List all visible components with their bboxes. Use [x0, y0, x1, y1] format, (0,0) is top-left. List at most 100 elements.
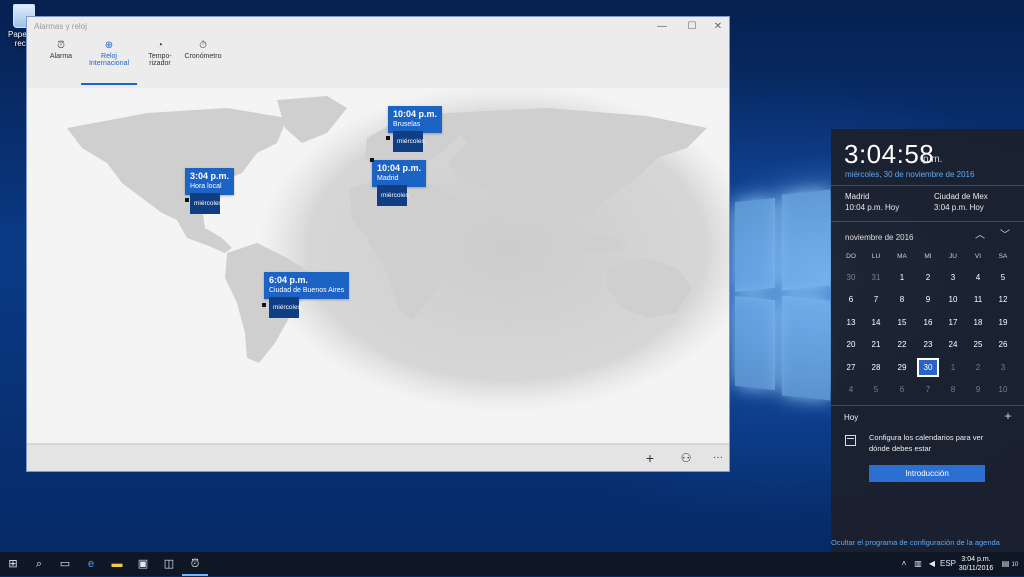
calendar-day[interactable]: 2	[917, 268, 939, 287]
calendar-day[interactable]: 24	[942, 335, 964, 354]
city-card-madrid[interactable]: 10:04 p.m. Madrid miércoles	[372, 160, 427, 206]
calendar-day[interactable]: 11	[967, 290, 989, 309]
taskbar-app[interactable]: ◫	[156, 552, 182, 576]
calendar-day[interactable]: 3	[942, 268, 964, 287]
tab-label: Cronómetro	[184, 53, 222, 60]
compare-clocks-button[interactable]: ⚇	[675, 449, 697, 467]
calendar-day[interactable]: 23	[917, 335, 939, 354]
weekday-label: MI	[924, 253, 932, 260]
hide-agenda-link[interactable]: Ocultar el programa de configuración de …	[831, 538, 1000, 547]
calendar-day[interactable]: 4	[967, 268, 989, 287]
windows-logo-pane	[782, 189, 830, 291]
taskbar-alarms-clock[interactable]: ⏰︎	[182, 552, 208, 576]
introduccion-button[interactable]: Introducción	[869, 465, 985, 482]
calendar-day[interactable]: 5	[865, 380, 887, 399]
add-city-button[interactable]: +	[639, 449, 661, 467]
folder-icon: ▬	[111, 558, 123, 570]
calendar-day[interactable]: 7	[865, 290, 887, 309]
action-center-button[interactable]: ▤ 10	[1000, 552, 1020, 576]
network-button[interactable]: ▥	[912, 552, 924, 576]
calendar-day[interactable]: 15	[891, 313, 913, 332]
calendar-day[interactable]: 28	[865, 358, 887, 377]
calendar-day[interactable]: 13	[840, 313, 862, 332]
timezone-time: 10:04 p.m. Hoy	[845, 203, 900, 212]
map-pin	[262, 303, 266, 307]
calendar-day[interactable]: 5	[992, 268, 1014, 287]
chevron-down-icon: ﹀	[1000, 230, 1010, 241]
tab-alarma[interactable]: ⏰︎ Alarma	[47, 39, 75, 85]
calendar-day[interactable]: 19	[992, 313, 1014, 332]
calendar-day[interactable]: 9	[917, 290, 939, 309]
calendar-day[interactable]: 27	[840, 358, 862, 377]
calendar-day[interactable]: 14	[865, 313, 887, 332]
language-indicator[interactable]: ESP	[940, 552, 956, 576]
calendar-day[interactable]: 7	[917, 380, 939, 399]
weekday-label: JU	[949, 253, 957, 260]
calendar-day[interactable]: 31	[865, 268, 887, 287]
minimize-button[interactable]: —	[651, 20, 673, 34]
calendar-day[interactable]: 29	[891, 358, 913, 377]
calendar-day[interactable]: 10	[942, 290, 964, 309]
notification-count: 10	[1011, 562, 1019, 568]
task-view-button[interactable]: ▭	[52, 552, 78, 576]
maximize-button[interactable]: ☐	[681, 20, 703, 34]
flyout-ampm: p.m.	[923, 154, 943, 165]
network-icon: ▥	[914, 559, 922, 568]
calendar-day[interactable]: 30	[840, 268, 862, 287]
task-view-icon: ▭	[59, 558, 71, 570]
calendar-day[interactable]: 20	[840, 335, 862, 354]
weekday-label: MA	[897, 253, 907, 260]
calendar-day[interactable]: 18	[967, 313, 989, 332]
stopwatch-icon: ⏱︎	[199, 40, 207, 51]
calendar-day[interactable]: 22	[891, 335, 913, 354]
calendar-day[interactable]: 3	[992, 358, 1014, 377]
city-card-hora-local[interactable]: 3:04 p.m. Hora local miércoles	[185, 168, 235, 214]
timezone-madrid: Madrid 10:04 p.m. Hoy	[845, 191, 899, 213]
weekday-label: SA	[998, 253, 1008, 260]
close-button[interactable]: ✕	[707, 20, 729, 34]
active-tab-indicator	[81, 83, 137, 85]
calendar-day[interactable]: 25	[967, 335, 989, 354]
more-options-button[interactable]: ···	[707, 449, 729, 467]
calendar-month-label[interactable]: noviembre de 2016	[845, 233, 914, 242]
calendar-day[interactable]: 4	[840, 380, 862, 399]
continent-north-america	[67, 108, 287, 238]
taskbar-file-explorer[interactable]: ▬	[104, 552, 130, 576]
start-button[interactable]: ⊞	[0, 552, 26, 576]
calendar-day[interactable]: 6	[891, 380, 913, 399]
calendar-day[interactable]: 1	[942, 358, 964, 377]
add-event-button[interactable]: +	[1001, 409, 1015, 423]
city-time: 3:04 p.m.	[190, 171, 230, 181]
tab-cronometro[interactable]: ⏱︎ Cronómetro	[183, 39, 223, 85]
search-button[interactable]: ⌕	[26, 552, 52, 576]
previous-month-button[interactable]: ︿	[973, 229, 987, 243]
calendar-day[interactable]: 21	[865, 335, 887, 354]
city-card-buenos-aires[interactable]: 6:04 p.m. Ciudad de Buenos Aires miércol…	[264, 272, 350, 318]
taskbar-edge[interactable]: e	[78, 552, 104, 576]
city-card-bruselas[interactable]: 10:04 p.m. Bruselas miércoles	[388, 106, 443, 152]
calendar-day[interactable]: 16	[917, 313, 939, 332]
calendar-day[interactable]: 8	[891, 290, 913, 309]
calendar-day-today[interactable]: 30	[917, 358, 939, 377]
calendar-day[interactable]: 8	[942, 380, 964, 399]
calendar-day[interactable]: 17	[942, 313, 964, 332]
timer-icon: ◔	[156, 40, 164, 51]
taskbar-store[interactable]: ▣	[130, 552, 156, 576]
timezone-city: Madrid	[845, 192, 870, 201]
calendar-day[interactable]: 1	[891, 268, 913, 287]
flyout-date-link[interactable]: miércoles, 30 de noviembre de 2016	[845, 170, 974, 179]
next-month-button[interactable]: ﹀	[998, 229, 1012, 243]
calendar-day[interactable]: 9	[967, 380, 989, 399]
calendar-day[interactable]: 6	[840, 290, 862, 309]
show-hidden-icons-button[interactable]: ˄	[898, 552, 910, 576]
calendar-day[interactable]: 10	[992, 380, 1014, 399]
taskbar-clock[interactable]: 3:04 p.m. 30/11/2016	[958, 555, 994, 573]
chevron-up-icon: ︿	[975, 230, 985, 241]
tab-reloj-internacional[interactable]: ⊕ Reloj Internacional	[81, 39, 137, 85]
calendar-day[interactable]: 12	[992, 290, 1014, 309]
title-bar[interactable]: Alarmas y reloj — ☐ ✕	[27, 17, 729, 37]
calendar-day[interactable]: 2	[967, 358, 989, 377]
calendar-day[interactable]: 26	[992, 335, 1014, 354]
volume-button[interactable]: ◀	[926, 552, 938, 576]
tab-temporizador[interactable]: ◔ Tempo- rizador	[145, 39, 175, 85]
